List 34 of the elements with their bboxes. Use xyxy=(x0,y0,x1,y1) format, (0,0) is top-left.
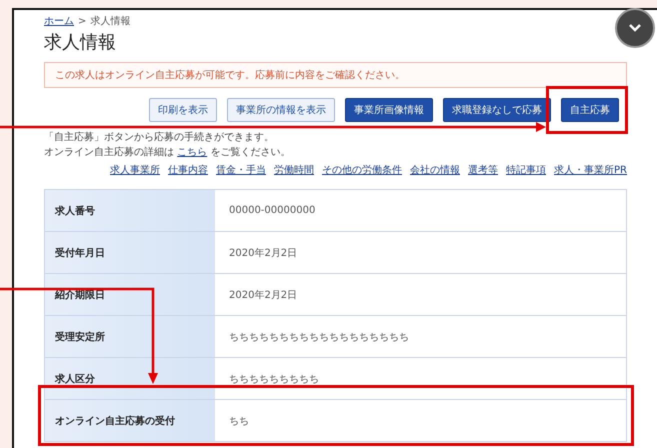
row-value: 2020年2月2日 xyxy=(228,288,298,302)
notice-message: この求人はオンライン自主応募が可能です。応募前に内容をご確認ください。 xyxy=(44,62,627,88)
breadcrumb-link[interactable]: ホーム xyxy=(44,14,74,28)
section-link[interactable]: 仕事内容 xyxy=(168,163,208,177)
action-button[interactable]: 印刷を表示 xyxy=(149,98,217,122)
action-button[interactable]: 事業所の情報を表示 xyxy=(227,98,335,122)
row-label: 受理安定所 xyxy=(45,316,215,357)
action-button[interactable]: 事業所画像情報 xyxy=(345,98,433,122)
row-value: 00000-00000000 xyxy=(228,204,316,218)
section-link[interactable]: 選考等 xyxy=(468,163,498,177)
section-link[interactable]: 特記事項 xyxy=(506,163,546,177)
section-link[interactable]: その他の労働条件 xyxy=(322,163,402,177)
action-button[interactable]: 求職登録なしで応募 xyxy=(443,98,551,122)
row-label: 求人区分 xyxy=(45,358,215,399)
row-label: 紹介期限日 xyxy=(45,274,215,315)
info-link[interactable]: こちら xyxy=(177,147,208,158)
breadcrumb-separator: > xyxy=(78,16,86,26)
action-button[interactable]: 自主応募 xyxy=(561,98,619,122)
section-link[interactable]: 賃金・手当 xyxy=(216,163,266,177)
breadcrumb-current: 求人情報 xyxy=(90,14,130,28)
section-link[interactable]: 会社の情報 xyxy=(410,163,460,177)
row-label: 受付年月日 xyxy=(45,232,215,273)
note-text: 「自主応募」ボタンから応募の手続きができます。 xyxy=(44,130,275,144)
row-label: 求人番号 xyxy=(45,190,215,231)
row-label: オンライン自主応募の受付 xyxy=(45,400,215,441)
page-title: 求人情報 xyxy=(44,31,117,54)
note-text: オンライン自主応募の詳細は こちら をご覧ください。 xyxy=(44,146,292,159)
row-value: ちちちちちちちちちちちちちちちちちち xyxy=(228,330,410,344)
row-value: ちち xyxy=(228,414,250,428)
row-value: 2020年2月2日 xyxy=(228,246,298,260)
row-value: ちちちちちちちちち xyxy=(228,372,320,386)
section-link[interactable]: 求人・事業所PR xyxy=(554,163,627,177)
section-link[interactable]: 労働時間 xyxy=(274,163,314,177)
section-link[interactable]: 求人事業所 xyxy=(110,163,160,177)
